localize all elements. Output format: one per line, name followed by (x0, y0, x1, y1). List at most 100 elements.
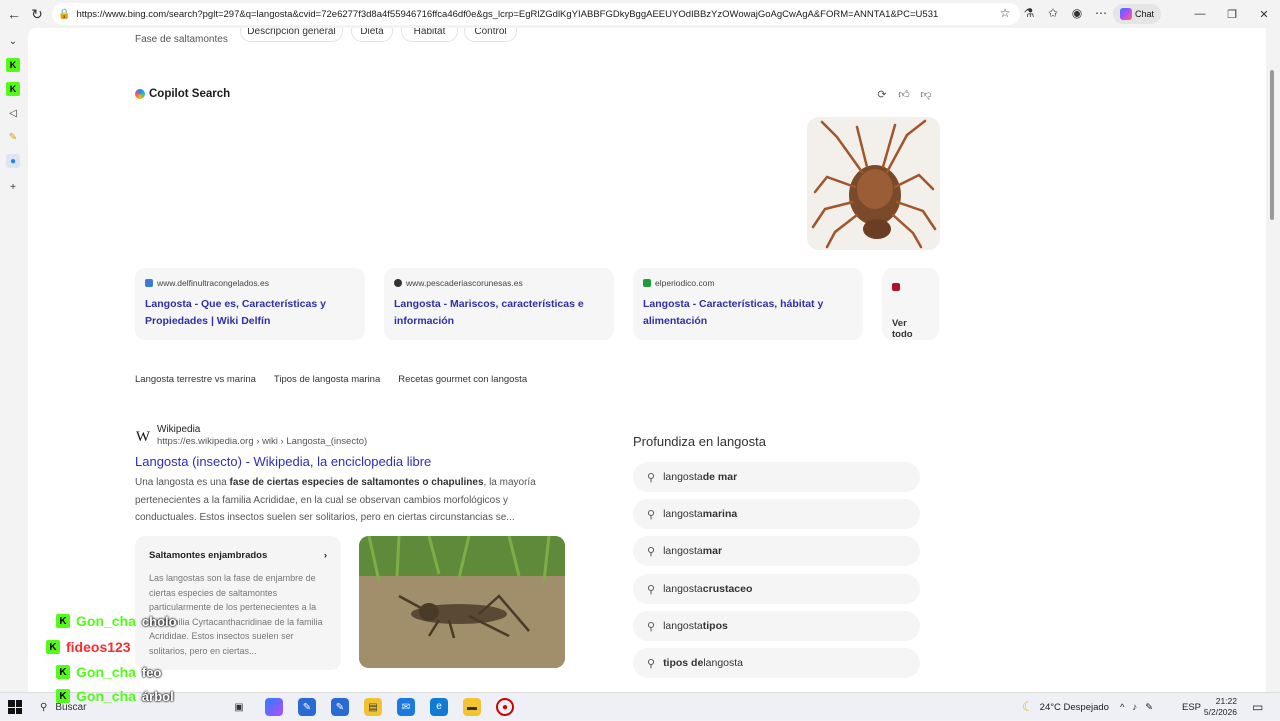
related-prefix: langosta (663, 583, 703, 595)
clock[interactable]: 21:22 5/2/2026 (1203, 696, 1237, 718)
source-card[interactable]: elperiodico.com Langosta - Característic… (633, 268, 863, 340)
more-icon[interactable]: ⋯ (1092, 4, 1110, 22)
card-title: Saltamontes enjambrados (149, 550, 268, 561)
thumbs-up-icon[interactable]: 👍︎ (896, 86, 912, 102)
copilot-app-icon[interactable] (265, 698, 283, 716)
chat-username: Gon_cha (76, 688, 136, 704)
chevron-up-icon[interactable]: ^ (1120, 702, 1124, 713)
related-search-item[interactable]: ⚲ langosta de mar (633, 462, 920, 492)
profile-icon[interactable]: ◉ (1068, 4, 1086, 22)
back-icon[interactable]: ← (2, 2, 26, 26)
tab-habitat[interactable]: Hábitat (401, 28, 458, 42)
tab-overview[interactable]: Descripción general (240, 28, 343, 42)
search-icon: ⚲ (647, 657, 656, 670)
pen-icon[interactable]: ✎ (1145, 702, 1153, 713)
kick-app-icon[interactable]: K (6, 58, 20, 72)
url-text: https://www.bing.com/search?pglt=297&q=l… (76, 8, 939, 20)
related-search-item[interactable]: ⚲ tipos de langosta (633, 648, 920, 678)
speaker-icon[interactable]: ◁ (6, 106, 20, 120)
chip-terrestre-vs-marina[interactable]: Langosta terrestre vs marina (135, 374, 256, 385)
maximize-icon[interactable]: ❐ (1216, 0, 1248, 28)
tab-control[interactable]: Control (464, 28, 517, 42)
search-icon: ⚲ (647, 620, 656, 633)
source-title[interactable]: Langosta - Que es, Características y Pro… (145, 296, 355, 330)
app-icon[interactable]: ✎ (298, 698, 316, 716)
chat-text: árbol (141, 688, 174, 704)
share-icon[interactable]: ⟳ (874, 86, 890, 102)
chat-username: Gon_cha (76, 664, 136, 680)
result-url[interactable]: https://es.wikipedia.org › wiki › Langos… (157, 436, 367, 447)
notifications-icon[interactable]: ▭ (1252, 693, 1263, 721)
see-all-link[interactable]: Ver todo (892, 318, 929, 340)
copilot-chat-button[interactable]: Chat (1113, 4, 1161, 24)
windows-start-icon[interactable] (8, 700, 22, 714)
lock-icon: 🔒 (58, 8, 71, 20)
thumbs-down-icon[interactable]: 👎︎ (918, 86, 934, 102)
copilot-icon (1119, 8, 1132, 20)
search-icon: ⚲ (647, 583, 656, 596)
weather-text: 24°C Despejado (1039, 701, 1109, 713)
see-all-card[interactable]: Ver todo (882, 268, 939, 340)
page-scrollbar[interactable] (1268, 30, 1276, 690)
file-explorer-icon[interactable]: ▬ (463, 698, 481, 716)
pencil-icon[interactable]: ✎ (6, 130, 20, 144)
related-bold: marina (702, 508, 738, 520)
refresh-icon[interactable]: ↻ (25, 2, 49, 26)
related-bold: mar (702, 545, 723, 557)
edge-icon[interactable]: e (430, 698, 448, 716)
chevron-down-icon[interactable]: ⌄ (6, 34, 20, 48)
microphone-icon[interactable]: ♪ (1132, 702, 1137, 713)
grasshopper-image[interactable] (359, 536, 565, 668)
related-search-item[interactable]: ⚲ langosta marina (633, 499, 920, 529)
related-search-item[interactable]: ⚲ langosta tipos (633, 611, 920, 641)
add-icon[interactable]: + (6, 180, 20, 194)
copilot-search-header: Copilot Search (135, 88, 230, 100)
kick-badge-icon: K (56, 689, 70, 703)
related-prefix: langosta (663, 471, 703, 483)
related-prefix: langosta (663, 508, 703, 520)
app-icon-2[interactable]: ✎ (331, 698, 349, 716)
extensions-icon[interactable]: ⚗ (1020, 4, 1038, 22)
obs-icon[interactable]: ● (496, 698, 514, 716)
site-favicon-icon (892, 283, 900, 291)
source-title[interactable]: Langosta - Mariscos, características e i… (394, 296, 604, 330)
chat-message: K Gon_cha cholo (56, 613, 177, 629)
result-title-link[interactable]: Langosta (insecto) - Wikipedia, la encic… (135, 454, 431, 469)
tab-diet[interactable]: Dieta (351, 28, 393, 42)
app-icon[interactable]: ● (6, 154, 20, 168)
related-suffix: langosta (703, 657, 744, 669)
favorite-star-icon[interactable]: ☆ (996, 4, 1014, 22)
chip-recetas[interactable]: Recetas gourmet con langosta (398, 374, 527, 385)
related-search-item[interactable]: ⚲ langosta mar (633, 536, 920, 566)
related-search-item[interactable]: ⚲ langosta crustaceo (633, 574, 920, 604)
related-prefix: langosta (663, 620, 703, 632)
store-icon[interactable]: ▤ (364, 698, 382, 716)
source-card[interactable]: www.delfinultracongelados.es Langosta - … (135, 268, 365, 340)
close-icon[interactable]: ✕ (1248, 0, 1280, 28)
site-favicon-icon (643, 279, 651, 287)
source-card[interactable]: www.pescaderiascorunesas.es Langosta - M… (384, 268, 614, 340)
deep-link-card[interactable]: Saltamontes enjambrados › Las langostas s… (135, 536, 341, 670)
favorites-icon[interactable]: ✩ (1044, 4, 1062, 22)
source-domain: www.delfinultracongelados.es (157, 278, 269, 288)
chip-tipos-marina[interactable]: Tipos de langosta marina (274, 374, 380, 385)
mail-icon[interactable]: ✉ (397, 698, 415, 716)
chat-message: K fideos123 (46, 639, 137, 655)
clock-time: 21:22 (1215, 696, 1237, 706)
address-bar[interactable]: 🔒 https://www.bing.com/search?pglt=297&q… (52, 3, 1020, 25)
snippet-text: Una langosta es una (135, 477, 230, 488)
scroll-thumb[interactable] (1270, 70, 1274, 220)
related-prefix: langosta (663, 545, 703, 557)
chat-text: feo (141, 664, 162, 680)
search-icon: ⚲ (647, 545, 656, 558)
language-indicator[interactable]: ESP (1182, 693, 1201, 721)
source-title[interactable]: Langosta - Características, hábitat y al… (643, 296, 853, 330)
weather-widget[interactable]: ☾ 24°C Despejado (1022, 693, 1109, 721)
lobster-image[interactable] (807, 117, 940, 250)
minimize-icon[interactable]: — (1184, 0, 1216, 28)
copilot-title: Copilot Search (149, 88, 231, 100)
snippet-highlight: fase de ciertas especies de saltamontes … (229, 477, 484, 488)
kick-app-icon-2[interactable]: K (6, 82, 20, 96)
windows-taskbar: ⚲ Buscar ▣ ✎ ✎ ▤ ✉ e ▬ ● ☾ 24°C Despejad… (0, 692, 1280, 720)
task-view-icon[interactable]: ▣ (230, 698, 248, 716)
